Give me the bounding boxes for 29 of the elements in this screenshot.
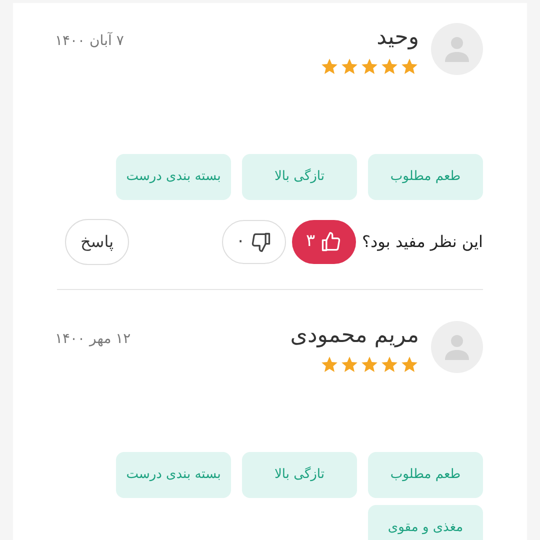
star-icon: [340, 355, 359, 374]
star-icon: [380, 355, 399, 374]
reply-button[interactable]: پاسخ: [65, 219, 129, 265]
dislike-button[interactable]: ۰: [222, 220, 286, 264]
review-date: ۷ آبان ۱۴۰۰: [55, 31, 124, 51]
star-icon: [320, 57, 339, 76]
tag: طعم مطلوب: [368, 154, 483, 200]
star-icon: [360, 355, 379, 374]
star-icon: [340, 57, 359, 76]
tag: بسته بندی درست: [116, 452, 231, 498]
tag: تازگی بالا: [242, 154, 357, 200]
avatar-icon: [431, 23, 483, 75]
review-date: ۱۲ مهر ۱۴۰۰: [55, 330, 131, 349]
like-button[interactable]: ۳: [292, 220, 356, 264]
tag: مغذی و مقوی: [368, 505, 483, 540]
star-icon: [400, 57, 419, 76]
thumbs-down-icon: [250, 231, 272, 253]
reviewer-name: وحید: [376, 24, 419, 52]
star-icon: [320, 355, 339, 374]
tag: تازگی بالا: [242, 452, 357, 498]
star-icon: [380, 57, 399, 76]
reviewer-name: مریم محمودی: [290, 322, 419, 350]
helpful-question: این نظر مفید بود؟: [362, 231, 483, 253]
thumbs-up-icon: [320, 231, 342, 253]
tag: بسته بندی درست: [116, 154, 231, 200]
star-icon: [360, 57, 379, 76]
avatar-icon: [431, 321, 483, 373]
tag: طعم مطلوب: [368, 452, 483, 498]
star-icon: [400, 355, 419, 374]
